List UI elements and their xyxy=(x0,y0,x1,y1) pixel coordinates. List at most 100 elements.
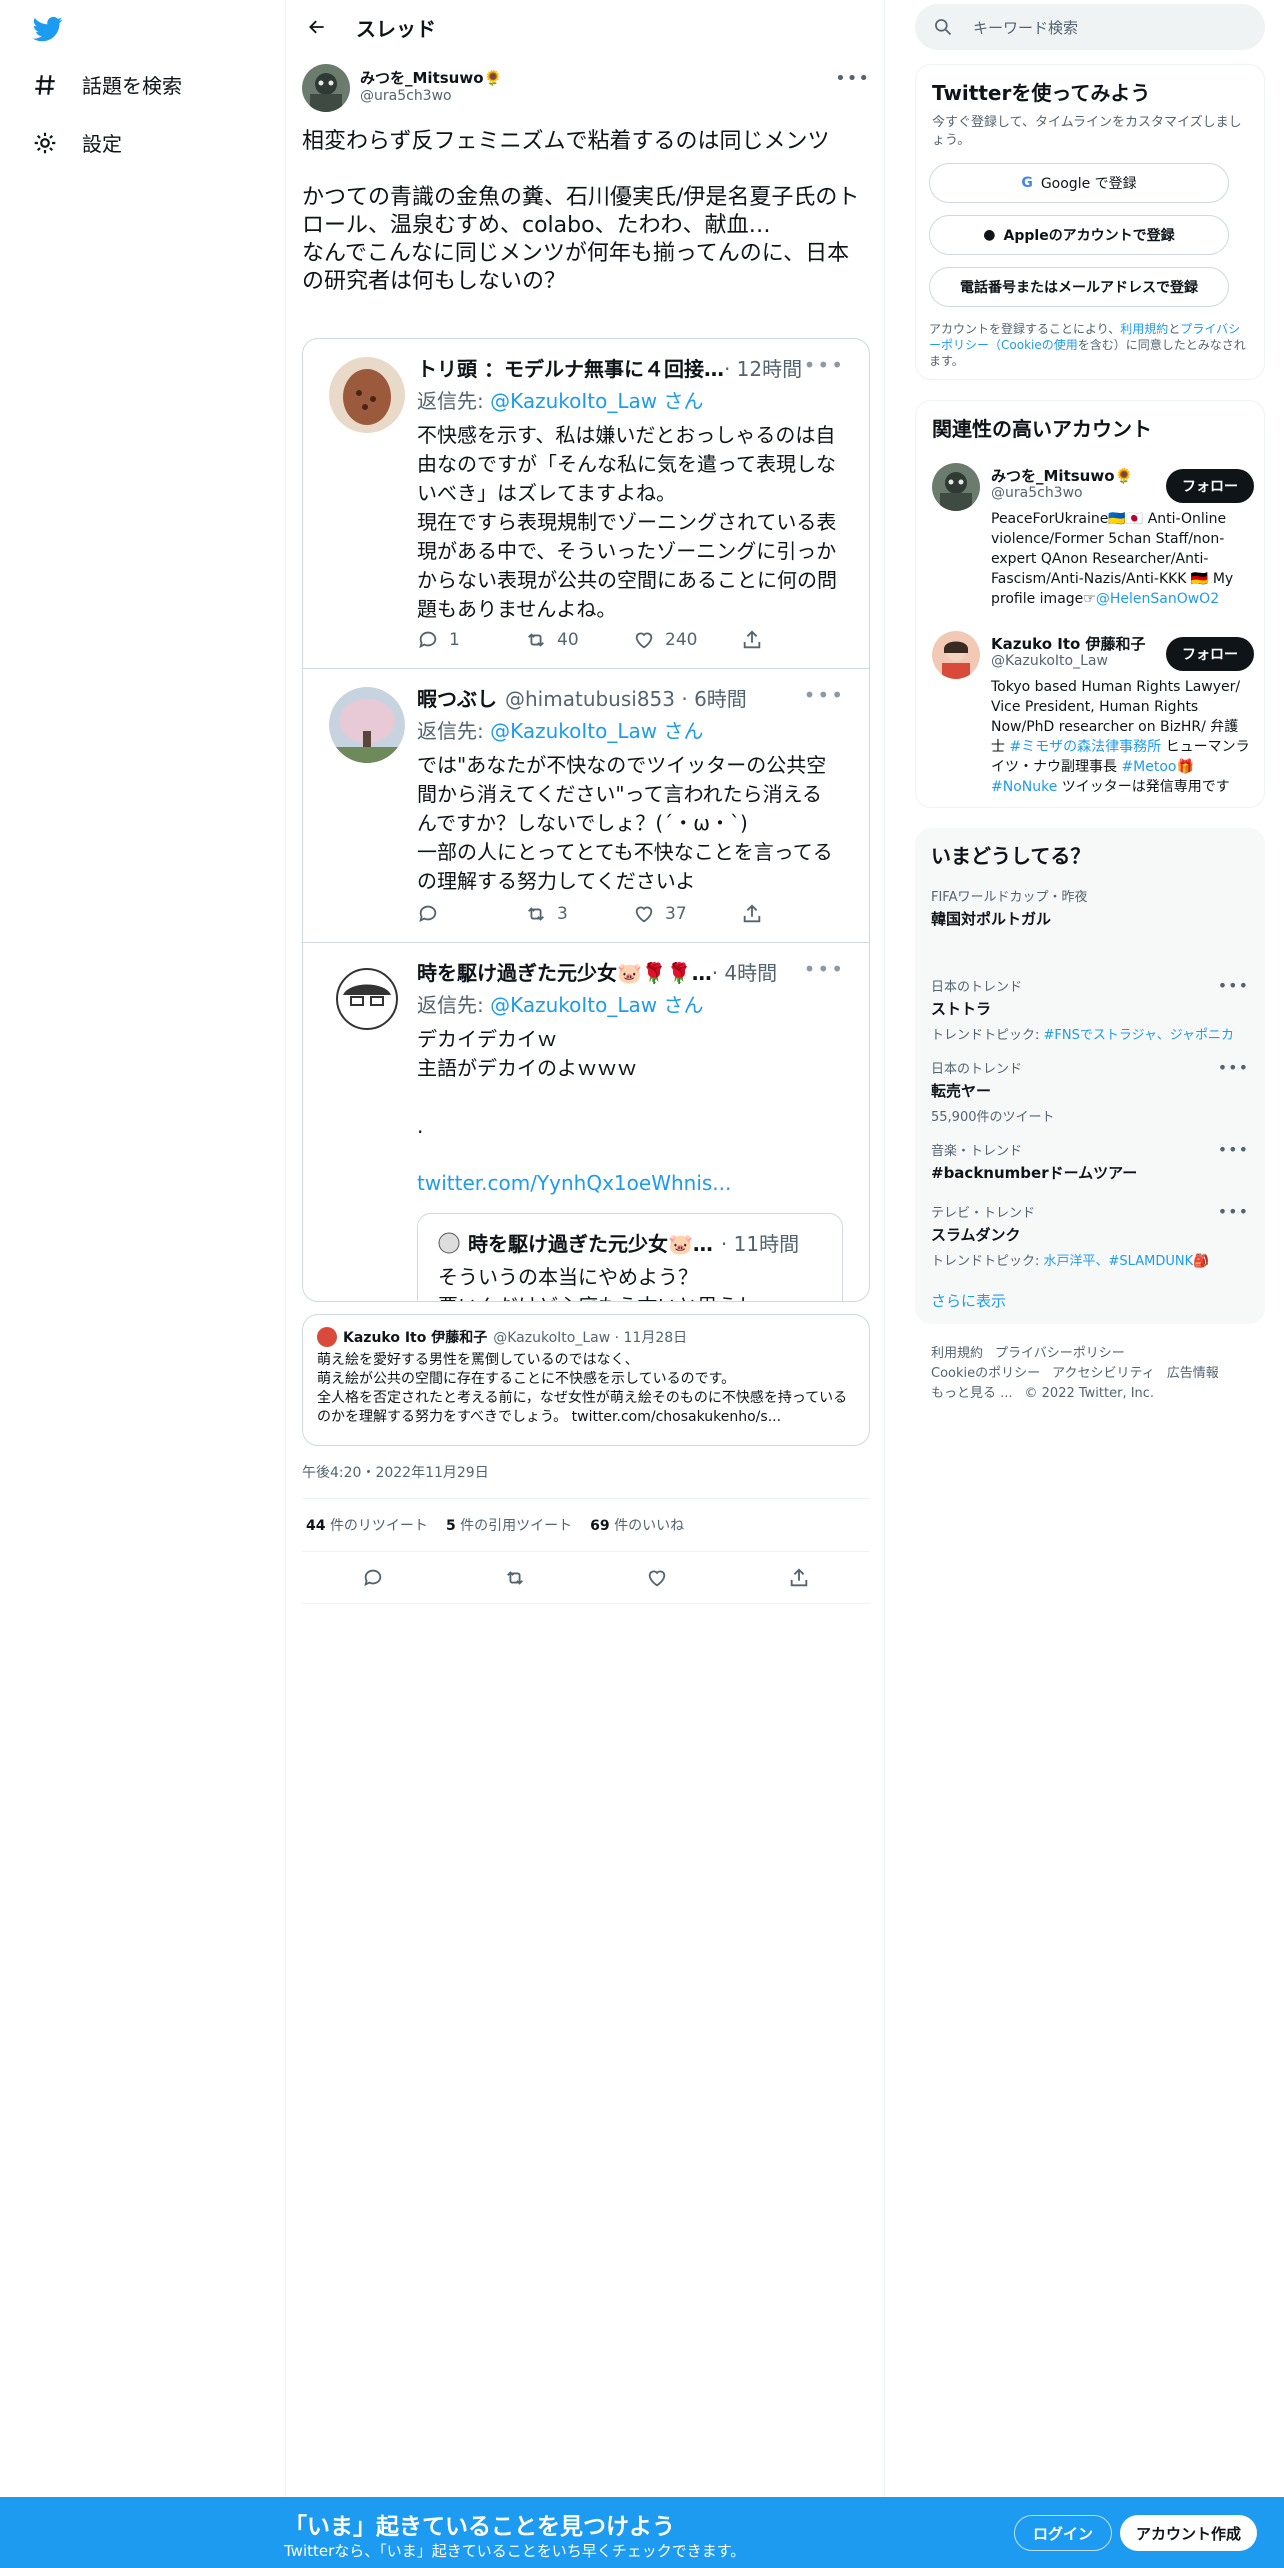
search-input[interactable]: キーワード検索 xyxy=(915,4,1265,50)
account-handle[interactable]: @KazukoIto_Law xyxy=(991,653,1108,669)
login-button[interactable]: ログイン xyxy=(1014,2515,1113,2551)
mention-suffix: さん xyxy=(663,719,704,743)
back-button[interactable] xyxy=(300,10,334,44)
more-icon[interactable]: ••• xyxy=(1218,1202,1249,1221)
heart-icon[interactable] xyxy=(646,1567,668,1589)
avatar[interactable] xyxy=(329,687,405,763)
avatar xyxy=(438,1232,460,1253)
apple-signup-button[interactable]: ● Appleのアカウントで登録 xyxy=(929,215,1229,255)
account-item[interactable]: みつを_Mitsuwo🌻 @ura5ch3wo フォロー PeaceForUkr… xyxy=(932,463,1254,613)
trend-item[interactable]: 日本のトレンド 転売ヤー 55,900件のツイート ••• xyxy=(931,1058,1249,1125)
account-handle[interactable]: @ura5ch3wo xyxy=(991,485,1083,501)
trend-topic-link[interactable]: 水戸洋平、#SLAMDUNK🎒 xyxy=(1044,1254,1210,1269)
more-icon[interactable]: ••• xyxy=(835,68,870,89)
quoted-tweet[interactable]: Kazuko Ito 伊藤和子 @KazukoIto_Law · 11月28日 … xyxy=(302,1314,870,1446)
phone-signup-button[interactable]: 電話番号またはメールアドレスで登録 xyxy=(929,267,1229,307)
account-bio: PeaceForUkraine🇺🇦🇯🇵 Anti-Online violence… xyxy=(991,511,1234,607)
more-icon[interactable]: ••• xyxy=(1218,976,1249,995)
account-name[interactable]: みつを_Mitsuwo🌻 xyxy=(991,465,1133,486)
embedded-replies[interactable]: トリ頭 ：モデルナ無事に４回接… · 12時間 ••• 返信先: @Kazuko… xyxy=(302,338,870,1302)
like-button[interactable]: 240 xyxy=(633,629,741,651)
signup-button[interactable]: アカウント作成 xyxy=(1120,2515,1258,2551)
like-stat[interactable]: 69 件のいいね xyxy=(590,1515,684,1535)
retweet-stat[interactable]: 44 件のリツイート xyxy=(306,1515,428,1535)
account-name[interactable]: Kazuko Ito 伊藤和子 xyxy=(991,633,1146,654)
reply-item[interactable]: 暇つぶし @himatubusi853 · 6時間 ••• 返信先: @Kazu… xyxy=(303,669,869,943)
bio-link[interactable]: #Metoo xyxy=(1121,759,1176,775)
reply-button[interactable]: 1 xyxy=(417,629,525,651)
author-name[interactable]: みつを_Mitsuwo🌻 xyxy=(360,67,502,88)
nav-settings[interactable]: 設定 xyxy=(32,128,122,157)
share-icon[interactable] xyxy=(788,1567,810,1589)
share-button[interactable] xyxy=(741,629,849,651)
avatar xyxy=(317,1327,337,1347)
nav-explore[interactable]: 話題を検索 xyxy=(32,70,182,99)
footer-cookie-link[interactable]: Cookieのポリシー xyxy=(931,1366,1040,1381)
tweet-timestamp[interactable]: 午後4:20・2022年11月29日 xyxy=(302,1462,489,1482)
hashtag-icon xyxy=(35,74,55,95)
trend-item[interactable]: テレビ・トレンド スラムダンク トレンドトピック: 水戸洋平、#SLAMDUNK… xyxy=(931,1202,1249,1269)
reply-item[interactable]: 時を駆け過ぎた元少女🐷🌹🌹… · 4時間 ••• 返信先: @KazukoIto… xyxy=(303,943,869,1301)
google-signup-button[interactable]: G Google で登録 xyxy=(929,163,1229,203)
mention-link[interactable]: @KazukoIto_Law xyxy=(490,719,657,743)
bio-link[interactable]: @HelenSanOwO2 xyxy=(1096,591,1219,607)
nested-quote-meta: · 11時間 xyxy=(720,1232,800,1256)
account-item[interactable]: Kazuko Ito 伊藤和子 @KazukoIto_Law フォロー Toky… xyxy=(932,631,1254,795)
reply-author-name[interactable]: 暇つぶし xyxy=(417,683,497,712)
twitter-logo-icon[interactable] xyxy=(32,14,64,44)
reply-author-name[interactable]: トリ頭 ：モデルナ無事に４回接… xyxy=(417,353,724,382)
bio-link[interactable]: #ミモザの森法律事務所 xyxy=(1009,739,1161,755)
footer-more-link[interactable]: もっと見る ... xyxy=(931,1386,1013,1401)
more-icon[interactable]: ••• xyxy=(804,957,845,981)
more-icon[interactable]: ••• xyxy=(804,683,845,707)
comment-icon[interactable] xyxy=(362,1567,384,1589)
reply-to: 返信先: @KazukoIto_Law さん xyxy=(417,993,704,1017)
reply-button[interactable] xyxy=(417,903,525,925)
follow-button[interactable]: フォロー xyxy=(1166,637,1254,671)
footer-terms-link[interactable]: 利用規約 xyxy=(931,1346,983,1361)
retweet-button[interactable]: 40 xyxy=(525,629,633,651)
follow-button[interactable]: フォロー xyxy=(1166,469,1254,503)
more-icon[interactable]: ••• xyxy=(1218,1058,1249,1077)
reply-actions: 1 40 240 xyxy=(417,629,849,651)
tweet-link[interactable]: twitter.com/YynhQx1oeWhnis... xyxy=(417,1169,837,1198)
share-button[interactable] xyxy=(741,903,849,925)
avatar[interactable] xyxy=(932,463,980,511)
avatar[interactable] xyxy=(329,357,405,433)
mention-link[interactable]: @KazukoIto_Law xyxy=(490,389,657,413)
thread-column: スレッド みつを_Mitsuwo🌻 @ura5ch3wo ••• 相変わらず反フ… xyxy=(285,0,885,2497)
footer-accessibility-link[interactable]: アクセシビリティ xyxy=(1052,1366,1155,1381)
reply-actions: 3 37 xyxy=(417,903,849,925)
terms-link[interactable]: 利用規約 xyxy=(1120,322,1168,336)
retweet-icon[interactable] xyxy=(504,1567,526,1589)
mention-suffix: さん xyxy=(663,389,704,413)
bottom-bar-title: 「いま」起きていることを見つけよう xyxy=(284,2514,675,2540)
retweet-icon xyxy=(528,633,544,647)
reply-author-name[interactable]: 時を駆け過ぎた元少女🐷🌹🌹… xyxy=(417,957,712,986)
trend-item[interactable]: 音楽・トレンド #backnumberドームツアー ••• xyxy=(931,1140,1249,1183)
avatar[interactable] xyxy=(329,961,405,1037)
more-icon[interactable]: ••• xyxy=(1218,1140,1249,1159)
related-accounts-card: 関連性の高いアカウント みつを_Mitsuwo🌻 @ura5ch3wo フォロー… xyxy=(915,400,1265,808)
nested-quote-header: 時を駆け過ぎた元少女🐷… · 11時間 xyxy=(438,1228,822,1257)
signup-card: Twitterを使ってみよう 今すぐ登録して、タイムラインをカスタマイズしましょ… xyxy=(915,64,1265,380)
author-handle[interactable]: @ura5ch3wo xyxy=(360,88,452,104)
signup-title: Twitterを使ってみよう xyxy=(932,81,1151,105)
bio-link[interactable]: #NoNuke xyxy=(991,779,1057,795)
more-icon[interactable]: ••• xyxy=(804,353,845,377)
mention-link[interactable]: @KazukoIto_Law xyxy=(490,993,657,1017)
trend-item[interactable]: 日本のトレンド ストトラ トレンドトピック: #FNSでストラジャ、ジャポニカ … xyxy=(931,976,1249,1043)
avatar[interactable] xyxy=(932,631,980,679)
like-button[interactable]: 37 xyxy=(633,903,741,925)
footer-privacy-link[interactable]: プライバシーポリシー xyxy=(995,1346,1125,1361)
trend-item[interactable]: FIFAワールドカップ・昨夜 韓国対ポルトガル xyxy=(931,886,1249,929)
quote-stat[interactable]: 5 件の引用ツイート xyxy=(446,1515,572,1535)
trend-topic-link[interactable]: #FNSでストラジャ、ジャポニカ xyxy=(1044,1028,1235,1043)
footer-ads-link[interactable]: 広告情報 xyxy=(1167,1366,1219,1381)
show-more-link[interactable]: さらに表示 xyxy=(931,1290,1006,1311)
copyright: © 2022 Twitter, Inc. xyxy=(1024,1386,1155,1401)
avatar[interactable] xyxy=(302,64,350,112)
retweet-button[interactable]: 3 xyxy=(525,903,633,925)
reply-item[interactable]: トリ頭 ：モデルナ無事に４回接… · 12時間 ••• 返信先: @Kazuko… xyxy=(303,339,869,669)
nested-quote-tweet[interactable]: 時を駆け過ぎた元少女🐷… · 11時間 そういうの本当にやめよう？ 悪いんだけど… xyxy=(417,1213,843,1301)
